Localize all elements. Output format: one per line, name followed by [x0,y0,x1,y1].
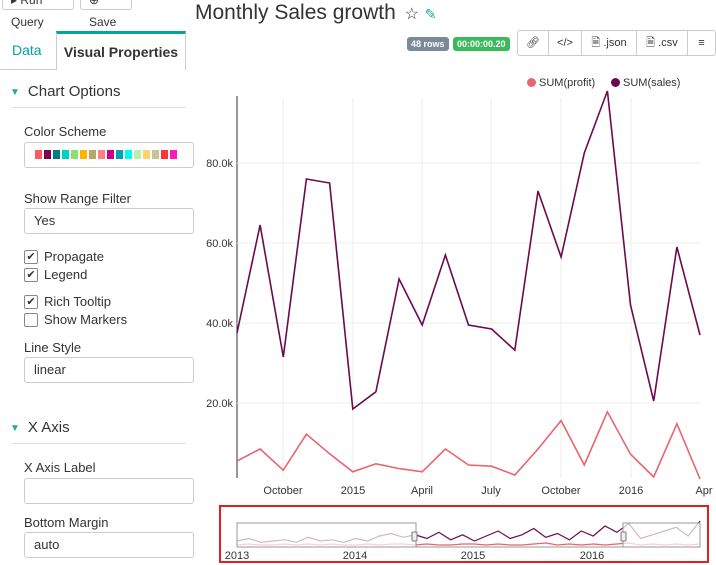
x-tick-label: April [411,485,433,497]
y-tick-label: 60.0k [206,238,233,250]
y-tick-label: 20.0k [206,398,233,410]
range-tick-label: 2014 [343,550,367,562]
range-tick-label: 2016 [580,550,604,562]
line-chart: 20.0k 40.0k 60.0k 80.0k October 2015 April July… [206,90,713,563]
x-tick-label: October [541,485,580,497]
range-handle-left [411,531,418,542]
y-tick-label: 40.0k [206,318,233,330]
range-tick-label: 2013 [225,550,249,562]
range-tick-label: 2015 [461,550,485,562]
range-mask-left [236,522,417,548]
range-handle-right [620,531,627,542]
y-tick-label: 80.0k [206,158,233,170]
range-mask-right [622,522,701,548]
x-tick-label: 2015 [341,485,365,497]
x-tick-label: Apr [695,485,712,497]
x-tick-label: 2016 [619,485,643,497]
x-tick-label: October [263,485,302,497]
x-tick-label: July [481,485,501,497]
